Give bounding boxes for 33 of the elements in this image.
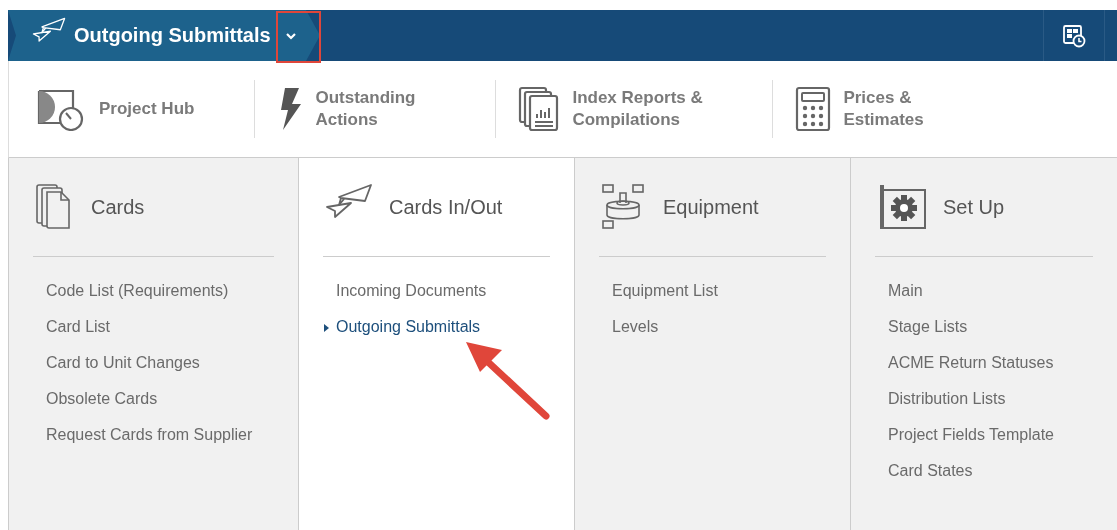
report-pages-icon bbox=[518, 86, 561, 132]
menu-link[interactable]: Incoming Documents bbox=[323, 273, 550, 309]
toolbar-button[interactable]: Outstanding Actions bbox=[277, 86, 426, 132]
toolbar-button[interactable]: Project Hub bbox=[35, 87, 195, 131]
toolbar-button[interactable]: Prices & Estimates bbox=[795, 86, 984, 132]
menu-link[interactable]: Obsolete Cards bbox=[33, 381, 274, 417]
column-title: Cards In/Out bbox=[389, 195, 503, 219]
menu-link[interactable]: Distribution Lists bbox=[875, 381, 1093, 417]
toolbar-button[interactable]: Index Reports & Compilations bbox=[518, 86, 723, 132]
menu-link[interactable]: Code List (Requirements) bbox=[33, 273, 274, 309]
menu-link[interactable]: ACME Return Statuses bbox=[875, 345, 1093, 381]
menu-link[interactable]: Project Fields Template bbox=[875, 417, 1093, 453]
calendar-clock-icon bbox=[1062, 23, 1086, 48]
menu-link[interactable]: Card to Unit Changes bbox=[33, 345, 274, 381]
menu-link[interactable]: Card List bbox=[33, 309, 274, 345]
menu-link[interactable]: Card States bbox=[875, 453, 1093, 489]
caret-icon bbox=[324, 324, 329, 332]
column-title: Equipment bbox=[663, 195, 759, 219]
page-title: Outgoing Submittals bbox=[74, 24, 271, 47]
column-title: Set Up bbox=[943, 195, 1005, 219]
highlight-frame bbox=[276, 11, 321, 63]
menu-link[interactable]: Request Cards from Supplier bbox=[33, 417, 274, 453]
menu-link[interactable]: Main bbox=[875, 273, 1093, 309]
schedule-button[interactable] bbox=[1043, 10, 1105, 61]
menu-link[interactable]: Levels bbox=[599, 309, 826, 345]
calculator-icon bbox=[795, 86, 832, 132]
menu-link[interactable]: Outgoing Submittals bbox=[323, 309, 550, 345]
joystick-icon bbox=[601, 183, 647, 231]
gear-binder-icon bbox=[877, 182, 927, 232]
menu-link[interactable]: Equipment List bbox=[599, 273, 826, 309]
column-title: Cards bbox=[91, 195, 145, 219]
menu-link[interactable]: Stage Lists bbox=[875, 309, 1093, 345]
chevron-down-icon bbox=[284, 31, 297, 40]
